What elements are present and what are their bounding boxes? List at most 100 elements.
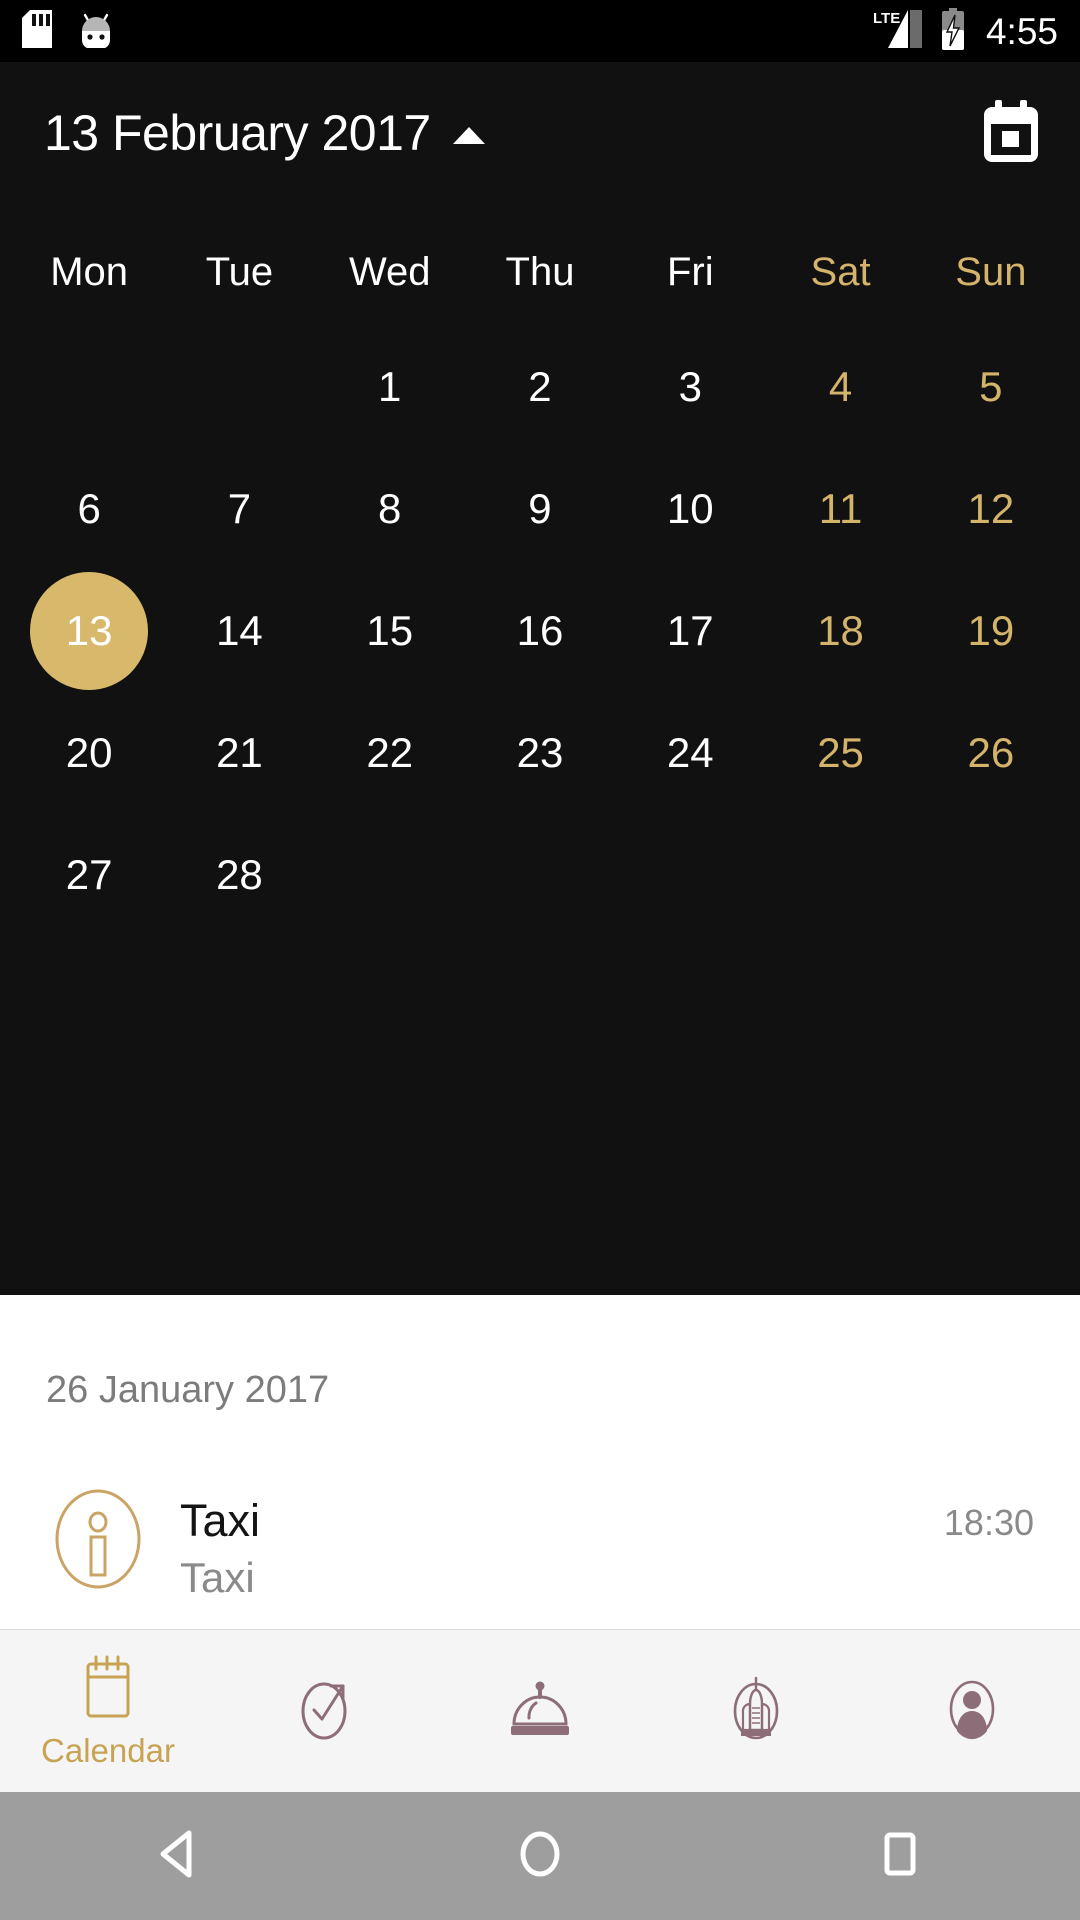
day-number: 6 [77,485,101,532]
tab-services[interactable] [432,1630,648,1792]
day-cell-23[interactable]: 23 [465,692,615,814]
day-number: 23 [516,729,564,776]
day-number: 28 [216,851,263,898]
event-group-date: 26 January 2017 [46,1369,330,1411]
day-cell-10[interactable]: 10 [615,448,765,570]
building-icon [725,1674,787,1749]
signal-bars-icon: LTE [872,8,926,55]
day-grid: 1 2 3 4 5 6 7 8 9 10 11 12 13 14 15 16 17 18 19 20 21 22 23 24 2… [0,326,1080,936]
recents-square-icon[interactable] [871,1825,929,1888]
day-number: 21 [216,729,263,776]
day-number: 9 [528,485,552,532]
event-subtitle: Taxi [180,1553,255,1601]
day-number: 26 [967,729,1015,776]
weekday-label-tue: Tue [205,250,274,294]
day-number: 8 [378,485,402,532]
day-number: 27 [65,851,113,898]
day-number: 2 [528,363,552,410]
calendar-icon [77,1655,139,1726]
day-cell-18[interactable]: 18 [765,570,915,692]
event-title: Taxi [180,1495,261,1546]
room-service-bell-icon [505,1676,575,1747]
day-number: 11 [818,485,863,532]
check-oval-icon [293,1674,355,1749]
tab-profile[interactable] [864,1630,1080,1792]
day-number: 12 [967,485,1015,532]
weekday-label-fri: Fri [666,250,714,294]
calendar-header: 13 February 2017 [0,62,1080,204]
day-cell-13[interactable]: 13 [14,570,164,692]
day-cell-22[interactable]: 22 [315,692,465,814]
event-items-container: Taxi Taxi 18:30 [46,1487,1034,1602]
day-cell-11[interactable]: 11 [765,448,915,570]
day-number: 20 [65,729,113,776]
event-time: 18:30 [943,1502,1034,1543]
weekday-label-sat: Sat [810,250,871,294]
event-body: Taxi Taxi [180,1487,914,1602]
day-cell-25[interactable]: 25 [765,692,915,814]
day-cell-1[interactable]: 1 [315,326,465,448]
day-cell-8[interactable]: 8 [315,448,465,570]
day-number: 17 [666,607,714,654]
calendar-panel: 13 February 2017 Mon Tue Wed Thu Fri Sat Sun 1… [0,62,1080,1295]
day-cell-16[interactable]: 16 [465,570,615,692]
day-number: 18 [817,607,864,654]
day-cell-20[interactable]: 20 [14,692,164,814]
day-cell-12[interactable]: 12 [916,448,1066,570]
svg-text:LTE: LTE [873,10,900,27]
date-title-toggle[interactable]: 13 February 2017 [44,108,485,158]
status-bar: LTE 4:55 [0,0,1080,62]
day-cell-14[interactable]: 14 [164,570,314,692]
day-number-selected: 13 [30,572,149,690]
back-triangle-icon[interactable] [151,1825,209,1888]
day-cell-21[interactable]: 21 [164,692,314,814]
day-cell-27[interactable]: 27 [14,814,164,936]
weekday-label-sun: Sun [955,250,1027,294]
android-bugdroid-icon [78,10,114,53]
day-number: 1 [378,363,402,410]
info-circle-icon [46,1487,150,1591]
day-cell-empty [14,326,164,448]
caret-up-icon [452,126,485,144]
day-number: 7 [227,485,252,532]
calendar-icon [982,99,1040,167]
person-avatar-icon [941,1674,1003,1749]
day-cell-9[interactable]: 9 [465,448,615,570]
tab-tasks[interactable] [216,1630,432,1792]
day-cell-24[interactable]: 24 [615,692,765,814]
tab-city[interactable] [648,1630,864,1792]
phone-screen: LTE 4:55 13 February 2017 Mon Tue Wed Th… [0,0,1080,1920]
status-bar-clock: 4:55 [985,10,1058,52]
day-cell-6[interactable]: 6 [14,448,164,570]
calendar-view-button[interactable] [982,99,1040,167]
day-cell-15[interactable]: 15 [315,570,465,692]
weekday-label-thu: Thu [505,250,575,294]
day-cell-5[interactable]: 5 [916,326,1066,448]
day-number: 10 [666,485,714,532]
status-bar-left-icons [22,9,114,53]
page-title: 13 February 2017 [44,105,431,161]
tab-calendar[interactable]: Calendar [0,1630,216,1792]
battery-charging-icon [940,7,966,55]
day-number: 16 [516,607,564,654]
day-number: 25 [817,729,864,776]
day-number: 5 [979,363,1003,410]
day-cell-28[interactable]: 28 [164,814,314,936]
day-number: 14 [216,607,263,654]
day-number: 3 [678,363,702,410]
home-circle-icon[interactable] [511,1825,569,1888]
day-cell-3[interactable]: 3 [615,326,765,448]
bottom-tab-bar: Calendar [0,1629,1080,1792]
day-cell-26[interactable]: 26 [916,692,1066,814]
day-cell-19[interactable]: 19 [916,570,1066,692]
day-cell-4[interactable]: 4 [765,326,915,448]
weekday-label-wed: Wed [348,250,431,294]
day-cell-7[interactable]: 7 [164,448,314,570]
event-row[interactable]: Taxi Taxi 18:30 [46,1487,1034,1602]
tab-label-calendar: Calendar [41,1732,175,1769]
day-cell-17[interactable]: 17 [615,570,765,692]
weekday-label-mon: Mon [50,250,129,294]
day-number: 19 [967,607,1015,654]
day-cell-2[interactable]: 2 [465,326,615,448]
day-number: 15 [366,607,414,654]
